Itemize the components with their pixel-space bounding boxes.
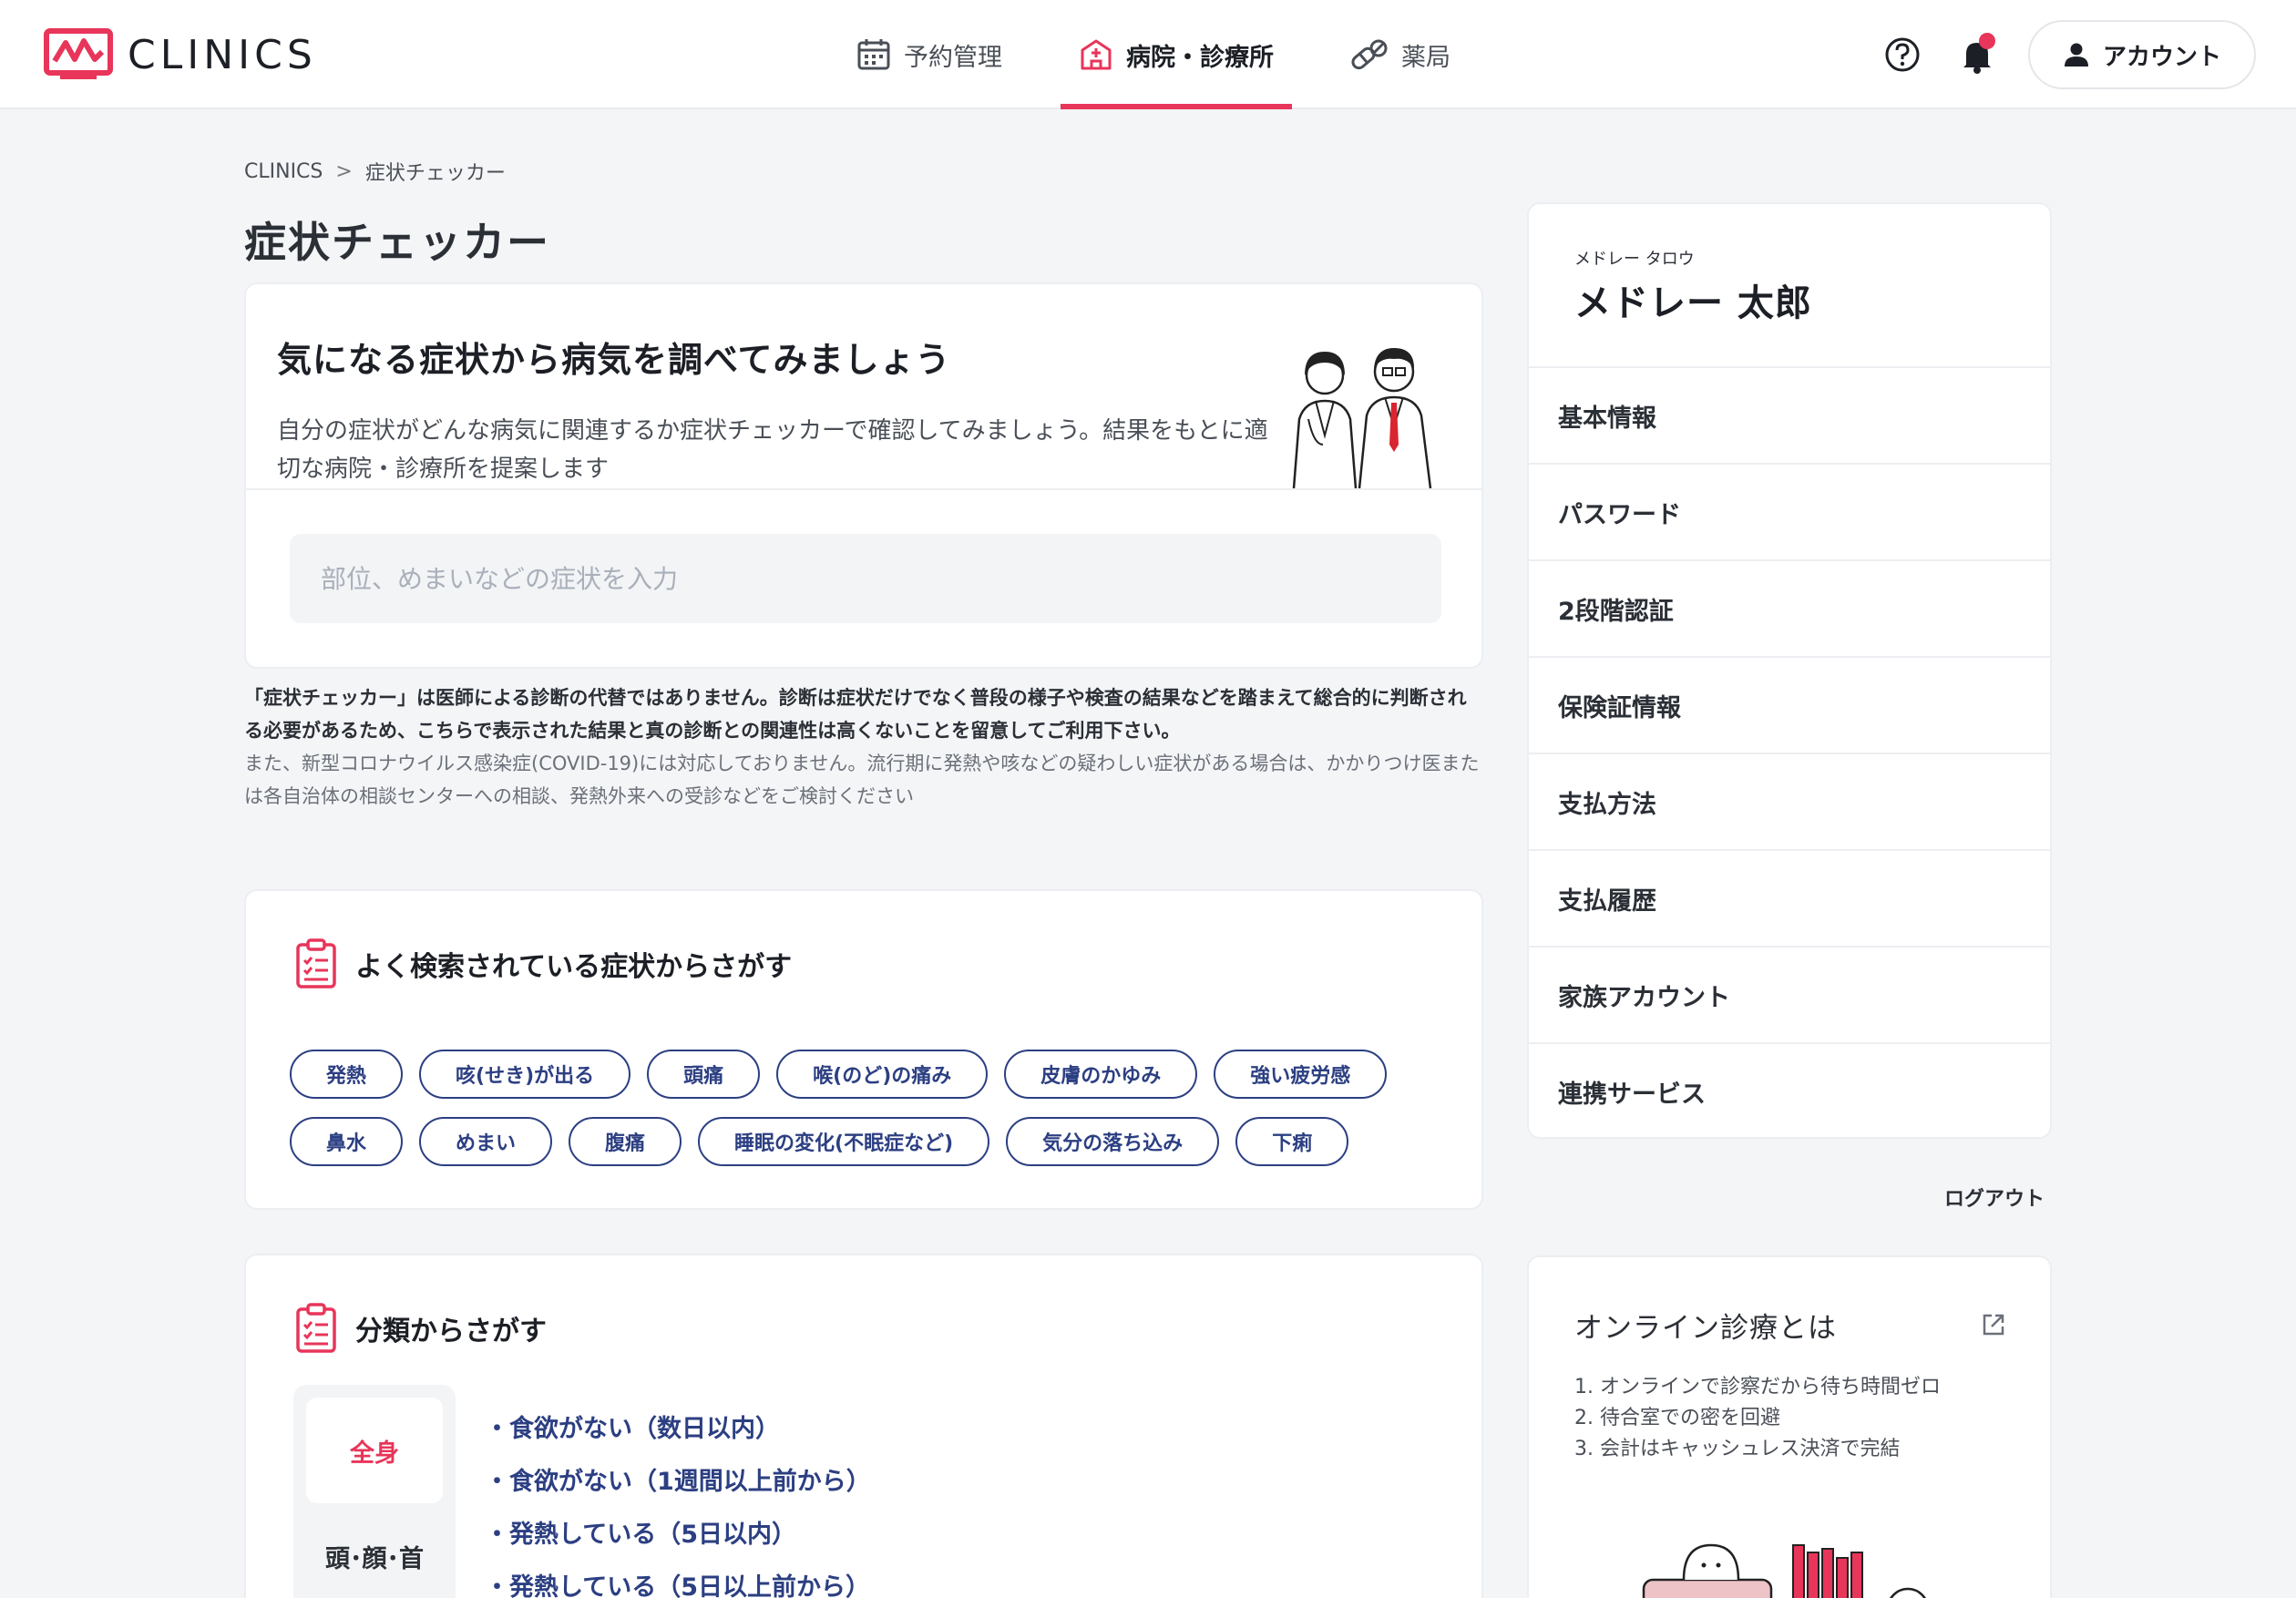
symptom-chip[interactable]: 腹痛 (569, 1117, 682, 1166)
category-symptom-link[interactable]: ・発熱している（5日以上前から） (485, 1558, 871, 1598)
online-benefit: 3. 会計はキャッシュレス決済で完結 (1574, 1438, 1901, 1460)
pill-icon (1351, 39, 1388, 70)
top-header: CLINICS 予約管理 病院・診療所 薬局 アカウント (0, 0, 2296, 109)
symptom-chip[interactable]: 下痢 (1235, 1117, 1349, 1166)
doctors-illustration (1292, 348, 1432, 489)
nav-hospitals[interactable]: 病院・診療所 (1061, 0, 1292, 109)
online-benefits: 1. オンラインで診察だから待ち時間ゼロ 2. 待合室での密を回避 3. 会計は… (1574, 1372, 1941, 1465)
section-title-text: 分類からさがす (355, 1316, 547, 1347)
notifications-button[interactable] (1953, 31, 2001, 78)
popular-section-title: よく検索されている症状からさがす (295, 938, 792, 989)
main-nav: 予約管理 病院・診療所 薬局 (838, 0, 1509, 109)
online-benefit: 2. 待合室での密を回避 (1574, 1407, 1780, 1429)
clinics-logo[interactable]: CLINICS (44, 27, 317, 82)
section-title-text: よく検索されている症状からさがす (355, 951, 793, 983)
online-consultation-illustration (1642, 1543, 1926, 1598)
symptom-chips: 発熱 咳(せき)が出る 頭痛 喉(のど)の痛み 皮膚のかゆみ 強い疲労感 鼻水 … (290, 1050, 1438, 1184)
breadcrumb-separator: > (335, 159, 353, 183)
disclaimer-covid: また、新型コロナウイルス感染症(COVID-19)には対応しておりません。流行期… (244, 753, 1480, 807)
calendar-icon (857, 39, 890, 70)
account-label: アカウント (2102, 43, 2221, 71)
user-icon (2064, 43, 2088, 67)
nav-reservations[interactable]: 予約管理 (838, 0, 1020, 109)
external-link-icon (1983, 1314, 2004, 1336)
hero-description: 自分の症状がどんな病気に関連するか症状チェッカーで確認してみましょう。結果をもと… (277, 417, 1268, 483)
symptom-chip[interactable]: 頭痛 (647, 1050, 761, 1099)
clipboard-checklist-icon (296, 938, 336, 989)
symptom-chip[interactable]: 強い疲労感 (1214, 1050, 1388, 1099)
category-symptom-list: ・食欲がない（数日以内） ・食欲がない（1週間以上前から） ・発熱している（5日… (485, 1399, 871, 1598)
disclaimer: 「症状チェッカー」は医師による診断の代替ではありません。診断は症状だけでなく普段… (244, 681, 1483, 813)
online-title: オンライン診療とは (1574, 1312, 1837, 1345)
logout-link[interactable]: ログアウト (1944, 1183, 2045, 1212)
notification-badge (1978, 33, 1995, 49)
symptom-chip[interactable]: 喉(のど)の痛み (776, 1050, 989, 1099)
menu-payment-history[interactable]: 支払履歴 (1529, 849, 2050, 946)
menu-family-account[interactable]: 家族アカウント (1529, 946, 2050, 1042)
symptom-checker-card: 気になる症状から病気を調べてみましょう 自分の症状がどんな病気に関連するか症状チ… (244, 282, 1483, 669)
symptom-chip[interactable]: 気分の落ち込み (1006, 1117, 1220, 1166)
profile-card: メドレー タロウ メドレー 太郎 基本情報 パスワード 2段階認証 保険証情報 … (1527, 202, 2052, 1139)
menu-password[interactable]: パスワード (1529, 463, 2050, 559)
breadcrumb: CLINICS > 症状チェッカー (244, 157, 506, 186)
nav-label: 薬局 (1401, 43, 1450, 72)
symptom-chip[interactable]: 睡眠の変化(不眠症など) (698, 1117, 990, 1166)
symptom-chip[interactable]: 鼻水 (290, 1117, 404, 1166)
profile-name: メドレー 太郎 (1574, 282, 1812, 324)
menu-insurance-card[interactable]: 保険証情報 (1529, 656, 2050, 753)
category-symptom-link[interactable]: ・食欲がない（1週間以上前から） (485, 1452, 871, 1505)
header-actions: アカウント (1879, 20, 2256, 89)
symptom-search-input[interactable] (290, 534, 1441, 623)
hospital-icon (1081, 39, 1112, 70)
breadcrumb-root[interactable]: CLINICS (244, 160, 323, 183)
clipboard-checklist-icon (296, 1303, 336, 1353)
breadcrumb-current: 症状チェッカー (364, 162, 506, 185)
account-menu: 基本情報 パスワード 2段階認証 保険証情報 支払方法 支払履歴 家族アカウント… (1529, 366, 2050, 1139)
disclaimer-main: 「症状チェッカー」は医師による診断の代替ではありません。診断は症状だけでなく普段… (244, 687, 1467, 742)
menu-two-factor-auth[interactable]: 2段階認証 (1529, 559, 2050, 656)
help-button[interactable] (1879, 31, 1926, 78)
menu-payment-method[interactable]: 支払方法 (1529, 753, 2050, 849)
symptom-chip[interactable]: 発熱 (290, 1050, 404, 1099)
profile-name-kana: メドレー タロウ (1574, 250, 1695, 269)
help-icon (1885, 37, 1920, 72)
nav-label: 予約管理 (904, 43, 1002, 72)
category-symptom-link[interactable]: ・発熱している（5日以内） (485, 1505, 871, 1558)
logo-icon (44, 28, 113, 79)
menu-basic-info[interactable]: 基本情報 (1529, 366, 2050, 463)
hero-divider (246, 488, 1481, 490)
logo-text: CLINICS (128, 31, 317, 78)
symptom-chip[interactable]: 皮膚のかゆみ (1004, 1050, 1198, 1099)
nav-label: 病院・診療所 (1126, 43, 1274, 72)
symptom-chip[interactable]: めまい (419, 1117, 553, 1166)
online-benefit: 1. オンラインで診察だから待ち時間ゼロ (1574, 1376, 1941, 1398)
category-tab-whole-body[interactable]: 全身 (306, 1398, 443, 1503)
account-button[interactable]: アカウント (2027, 20, 2256, 89)
chip-row: 鼻水 めまい 腹痛 睡眠の変化(不眠症など) 気分の落ち込み 下痢 (290, 1117, 1438, 1166)
hero-title: 気になる症状から病気を調べてみましょう (277, 340, 951, 380)
category-tabs: 全身 頭･顔･首 (293, 1385, 456, 1598)
category-symptom-link[interactable]: ・食欲がない（数日以内） (485, 1399, 871, 1452)
page-title: 症状チェッカー (244, 218, 550, 267)
nav-pharmacy[interactable]: 薬局 (1332, 0, 1469, 109)
category-section-title: 分類からさがす (295, 1303, 547, 1354)
menu-linked-services[interactable]: 連携サービス (1529, 1042, 2050, 1139)
category-card: 分類からさがす 全身 頭･顔･首 ・食欲がない（数日以内） ・食欲がない（1週間… (244, 1254, 1483, 1598)
popular-symptoms-card: よく検索されている症状からさがす 発熱 咳(せき)が出る 頭痛 喉(のど)の痛み… (244, 889, 1483, 1210)
category-tab-head-face-neck[interactable]: 頭･顔･首 (306, 1503, 443, 1598)
online-consultation-card[interactable]: オンライン診療とは 1. オンラインで診察だから待ち時間ゼロ 2. 待合室での密… (1527, 1255, 2052, 1598)
symptom-chip[interactable]: 咳(せき)が出る (419, 1050, 631, 1099)
chip-row: 発熱 咳(せき)が出る 頭痛 喉(のど)の痛み 皮膚のかゆみ 強い疲労感 (290, 1050, 1438, 1099)
